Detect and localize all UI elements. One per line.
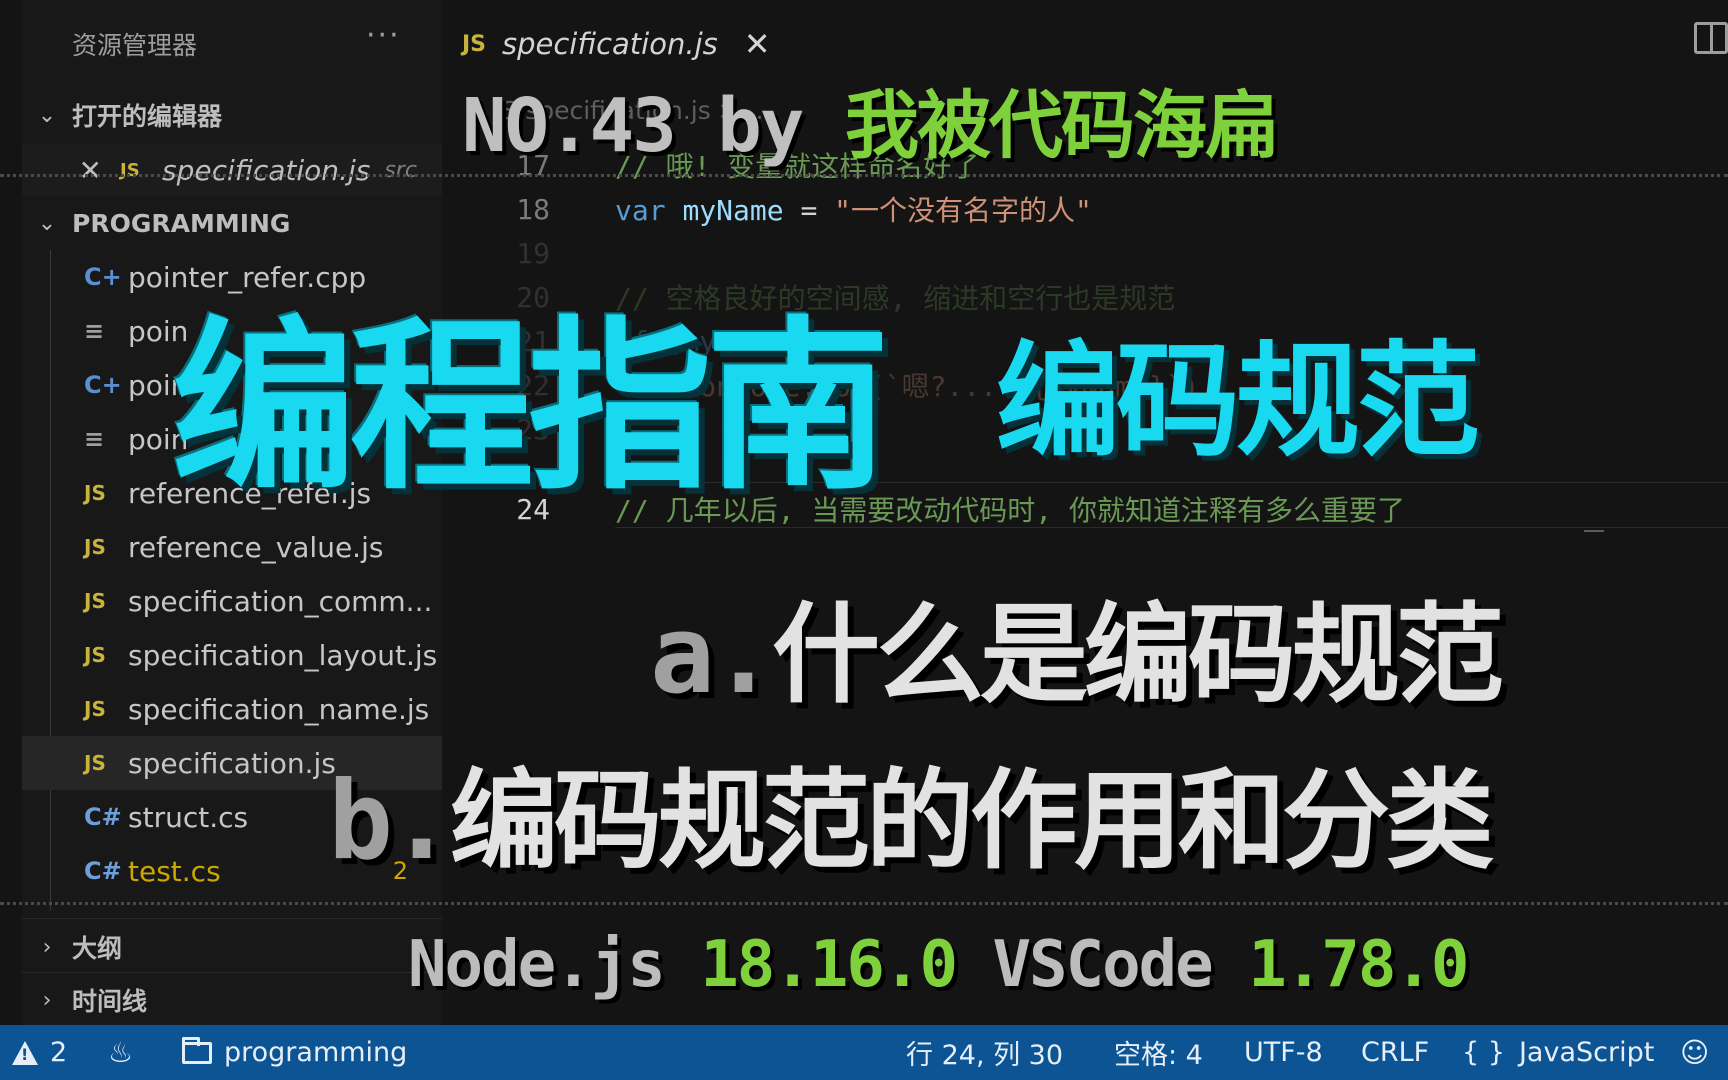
dotted-divider [0, 174, 1728, 177]
section-divider [22, 918, 442, 919]
section-timeline-title: 时间线 [72, 987, 148, 1016]
explorer-title: 资源管理器 [72, 31, 198, 60]
text-file-icon: ≡ [84, 425, 105, 453]
more-actions-icon[interactable]: ··· [366, 18, 401, 53]
open-editor-item[interactable]: ✕ JS specification.js src [22, 144, 442, 196]
csharp-file-icon: C# [84, 803, 122, 831]
cpp-file-icon: C+ [84, 371, 122, 399]
close-icon[interactable]: ✕ [62, 154, 120, 187]
section-project[interactable]: ⌄ PROGRAMMING [22, 198, 442, 248]
status-indentation[interactable]: 空格: 4 [1114, 1025, 1203, 1080]
file-item[interactable]: JS specification_layout.js [22, 628, 442, 682]
file-name: specification_comm... [128, 584, 433, 618]
js-file-icon: JS [84, 481, 106, 505]
language-name: JavaScript [1518, 1037, 1655, 1068]
overlay-item-a: a.什么是编码规范 [650, 593, 1504, 718]
status-encoding[interactable]: UTF-8 [1244, 1025, 1323, 1080]
chevron-down-icon: ⌄ [37, 102, 57, 128]
text-file-icon: ≡ [84, 317, 105, 345]
file-item[interactable]: JS specification_name.js [22, 682, 442, 736]
warning-icon [12, 1040, 38, 1065]
file-item[interactable]: JS reference_value.js [22, 520, 442, 574]
section-divider [22, 972, 442, 973]
section-outline-title: 大纲 [72, 934, 123, 963]
overlay-title: 编程指南 [172, 301, 890, 515]
csharp-file-icon: C# [84, 857, 122, 885]
section-open-editors-title: 打开的编辑器 [72, 102, 223, 131]
section-timeline[interactable]: › 时间线 [22, 975, 442, 1025]
file-item[interactable]: JS specification_comm... [22, 574, 442, 628]
file-name: reference_value.js [128, 530, 384, 564]
js-file-icon: JS [120, 159, 140, 181]
close-icon[interactable]: ✕ [744, 25, 771, 63]
braces-icon: { } [1462, 1037, 1505, 1068]
status-position[interactable]: 行 24, 列 30 [906, 1025, 1063, 1080]
tab-title: specification.js [502, 27, 718, 61]
episode-label: NO.43 by 我被代码海扁 [462, 83, 1279, 169]
js-file-icon: JS [84, 535, 106, 559]
activity-gutter [0, 0, 22, 1025]
flame-icon[interactable]: ♨ [108, 1025, 133, 1080]
status-folder[interactable]: programming [182, 1025, 407, 1080]
folder-icon [182, 1036, 212, 1064]
code-line: 18 var myName = "一个没有名字的人" [442, 184, 1728, 234]
file-name: specification_name.js [128, 692, 430, 726]
status-bar: 2 ♨ programming 行 24, 列 30 空格: 4 UTF-8 C… [0, 1025, 1728, 1080]
chevron-right-icon: › [42, 987, 52, 1013]
section-open-editors[interactable]: ⌄ 打开的编辑器 [22, 90, 442, 140]
overlay-subtitle: 编码规范 [996, 330, 1480, 474]
line-text: var myName = "一个没有名字的人" [615, 194, 1092, 227]
js-file-icon: JS [462, 31, 487, 57]
warning-count: 2 [50, 1037, 68, 1068]
status-problems[interactable]: 2 [12, 1025, 67, 1080]
account-feedback-icon[interactable]: ☺ [1680, 1025, 1709, 1080]
folder-name: programming [224, 1037, 408, 1068]
js-file-icon: JS [84, 643, 106, 667]
chevron-down-icon: ⌄ [37, 210, 57, 236]
section-outline[interactable]: › 大纲 [22, 922, 442, 972]
file-name: struct.cs [128, 800, 249, 834]
line-number: 18 [516, 192, 550, 226]
status-language[interactable]: { } JavaScript [1462, 1025, 1654, 1080]
chevron-right-icon: › [42, 934, 52, 960]
overlay-item-b: b.编码规范的作用和分类 [328, 759, 1494, 884]
open-editor-dir: src [384, 157, 417, 183]
js-file-icon: JS [84, 589, 106, 613]
tab-specification-js[interactable]: JS specification.js ✕ [462, 22, 771, 66]
js-file-icon: JS [84, 697, 106, 721]
section-project-title: PROGRAMMING [72, 208, 291, 238]
dotted-divider [0, 902, 1728, 905]
cpp-file-icon: C+ [84, 263, 122, 291]
status-eol[interactable]: CRLF [1361, 1025, 1429, 1080]
file-name: test.cs [128, 854, 221, 888]
split-editor-icon[interactable] [1694, 22, 1728, 54]
file-name: specification_layout.js [128, 638, 438, 672]
version-label: Node.js 18.16.0 VSCode 1.78.0 [408, 928, 1469, 1002]
file-name: specification.js [128, 746, 336, 780]
js-file-icon: JS [84, 751, 106, 775]
open-editor-name: specification.js [162, 153, 371, 187]
